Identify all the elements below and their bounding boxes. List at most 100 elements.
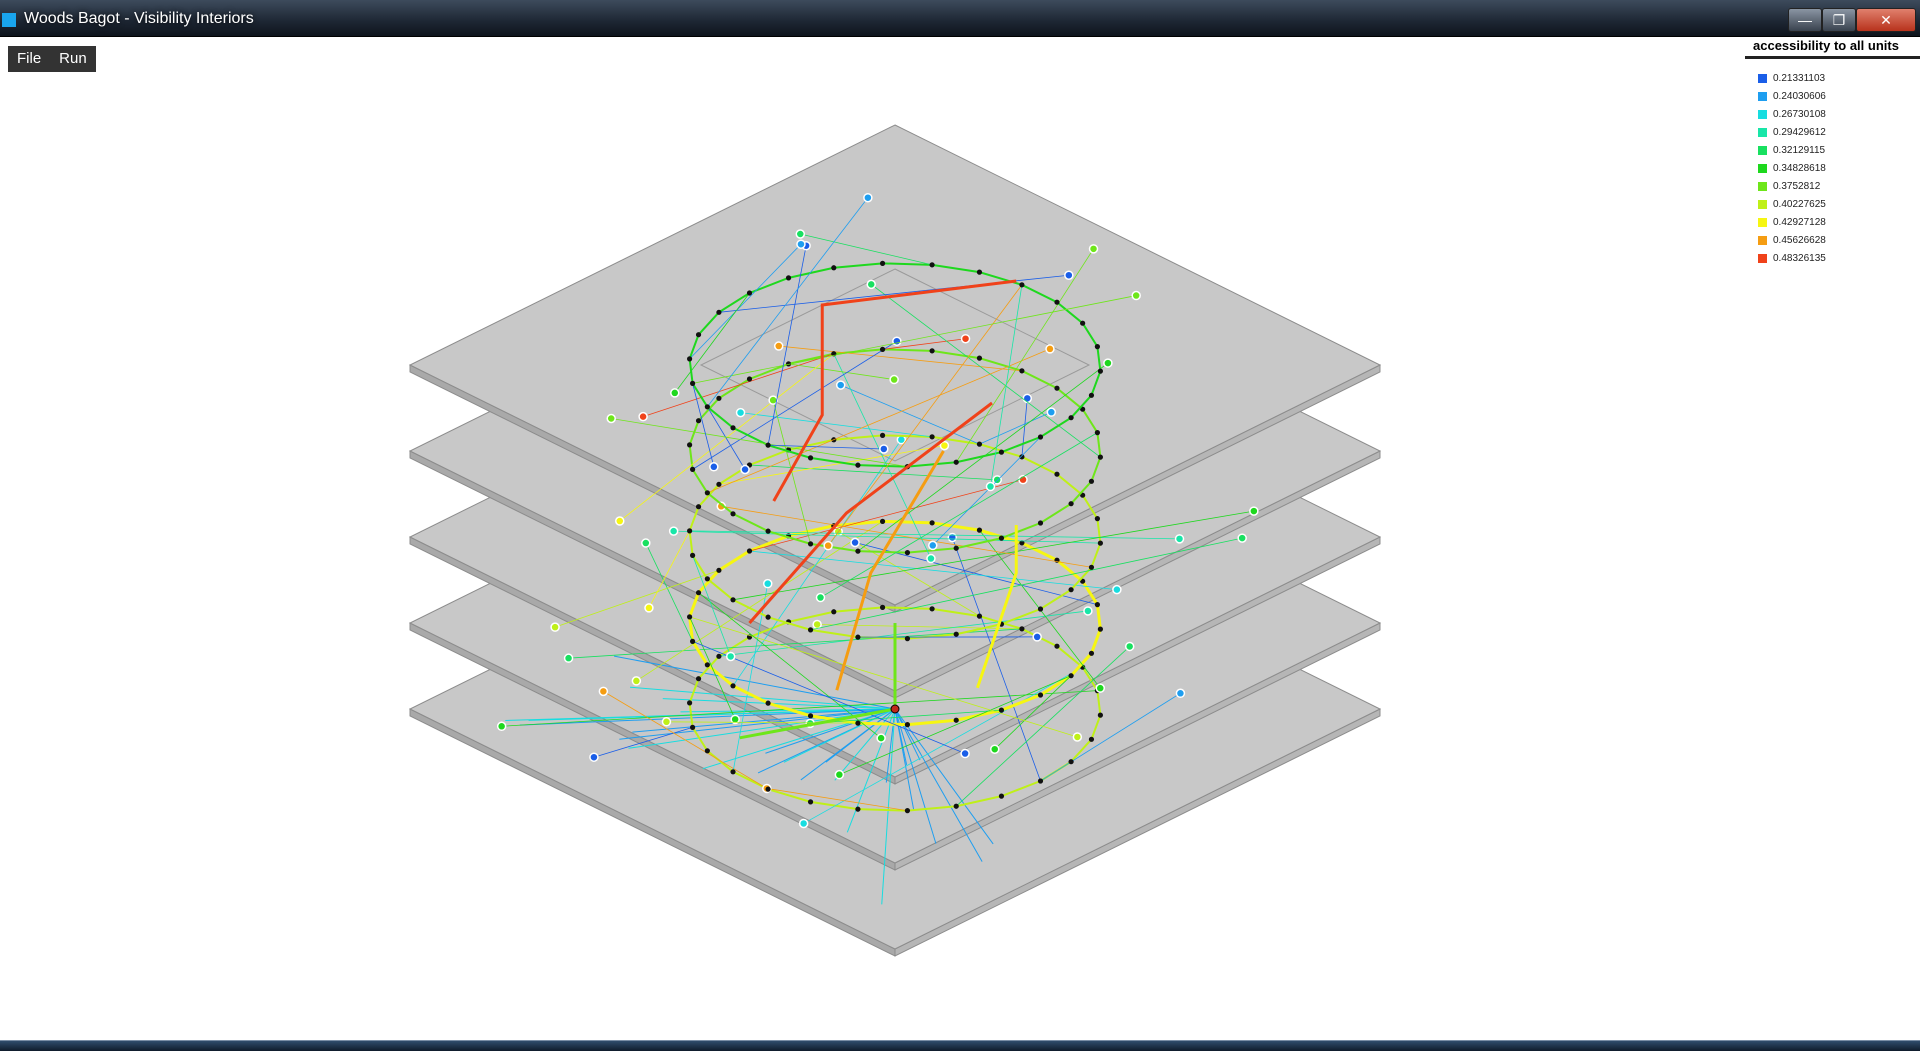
path-node [855, 549, 860, 554]
unit-node [741, 465, 749, 473]
unit-node [1023, 394, 1031, 402]
path-node [905, 550, 910, 555]
unit-node [851, 539, 859, 547]
path-node [905, 808, 910, 813]
unit-node [1126, 642, 1134, 650]
legend-label: 0.40227625 [1773, 199, 1826, 210]
path-node [855, 635, 860, 640]
unit-node [1065, 271, 1073, 279]
path-node [765, 529, 770, 534]
legend-item: 0.48326135 [1745, 249, 1920, 267]
unit-node [551, 623, 559, 631]
unit-node [710, 463, 718, 471]
path-node [880, 261, 885, 266]
legend-swatch [1758, 110, 1767, 119]
path-node [1038, 434, 1043, 439]
unit-node [993, 476, 1001, 484]
unit-node [565, 654, 573, 662]
legend-swatch [1758, 236, 1767, 245]
unit-node [880, 445, 888, 453]
path-node [716, 654, 721, 659]
path-node [1098, 541, 1103, 546]
unit-node [835, 771, 843, 779]
unit-node [867, 280, 875, 288]
path-node [690, 725, 695, 730]
path-node [905, 722, 910, 727]
path-node [1054, 386, 1059, 391]
path-node [1095, 430, 1100, 435]
path-node [1038, 520, 1043, 525]
taskbar [0, 1040, 1920, 1051]
path-node [905, 636, 910, 641]
unit-node [1113, 586, 1121, 594]
path-node [855, 807, 860, 812]
path-node [687, 442, 692, 447]
path-node [977, 270, 982, 275]
path-node [808, 627, 813, 632]
legend-swatch [1758, 128, 1767, 137]
unit-node [737, 409, 745, 417]
path-node [855, 721, 860, 726]
unit-node [764, 580, 772, 588]
path-node [765, 701, 770, 706]
path-node [999, 450, 1004, 455]
path-node [954, 718, 959, 723]
path-node [786, 275, 791, 280]
unit-node [929, 541, 937, 549]
unit-node [590, 753, 598, 761]
path-node [730, 425, 735, 430]
legend-label: 0.42927128 [1773, 217, 1826, 228]
path-node [831, 609, 836, 614]
legend-label: 0.26730108 [1773, 109, 1826, 120]
legend-item: 0.29429612 [1745, 123, 1920, 141]
unit-node [877, 734, 885, 742]
path-node [696, 676, 701, 681]
path-node [954, 546, 959, 551]
legend-label: 0.45626628 [1773, 235, 1826, 246]
unit-node [662, 718, 670, 726]
path-node [954, 632, 959, 637]
path-node [716, 482, 721, 487]
path-node [1068, 587, 1073, 592]
path-node [808, 455, 813, 460]
unit-node [961, 750, 969, 758]
path-node [765, 443, 770, 448]
unit-node [1084, 607, 1092, 615]
legend-swatch [1758, 164, 1767, 173]
unit-node [642, 539, 650, 547]
path-node [1089, 393, 1094, 398]
path-node [705, 490, 710, 495]
legend-item: 0.21331103 [1745, 69, 1920, 87]
legend-swatch [1758, 74, 1767, 83]
path-node [1038, 692, 1043, 697]
unit-node [1176, 535, 1184, 543]
path-node [999, 708, 1004, 713]
path-node [999, 794, 1004, 799]
path-node [1038, 606, 1043, 611]
path-node [730, 769, 735, 774]
path-node [977, 442, 982, 447]
path-node [1089, 565, 1094, 570]
path-node [1089, 651, 1094, 656]
path-node [747, 548, 752, 553]
path-node [747, 376, 752, 381]
path-node [1089, 479, 1094, 484]
path-node [1089, 737, 1094, 742]
source-node [891, 705, 899, 713]
unit-node [962, 335, 970, 343]
path-node [1054, 644, 1059, 649]
unit-node [616, 517, 624, 525]
unit-node [671, 389, 679, 397]
path-node [1019, 282, 1024, 287]
legend-swatch [1758, 92, 1767, 101]
path-node [696, 332, 701, 337]
visibility-graph-view[interactable] [0, 0, 1920, 1050]
unit-node [1132, 292, 1140, 300]
legend-swatch [1758, 254, 1767, 263]
unit-node [1046, 345, 1054, 353]
path-node [1054, 472, 1059, 477]
path-node [765, 615, 770, 620]
path-node [716, 396, 721, 401]
unit-node [797, 240, 805, 248]
path-node [1019, 368, 1024, 373]
